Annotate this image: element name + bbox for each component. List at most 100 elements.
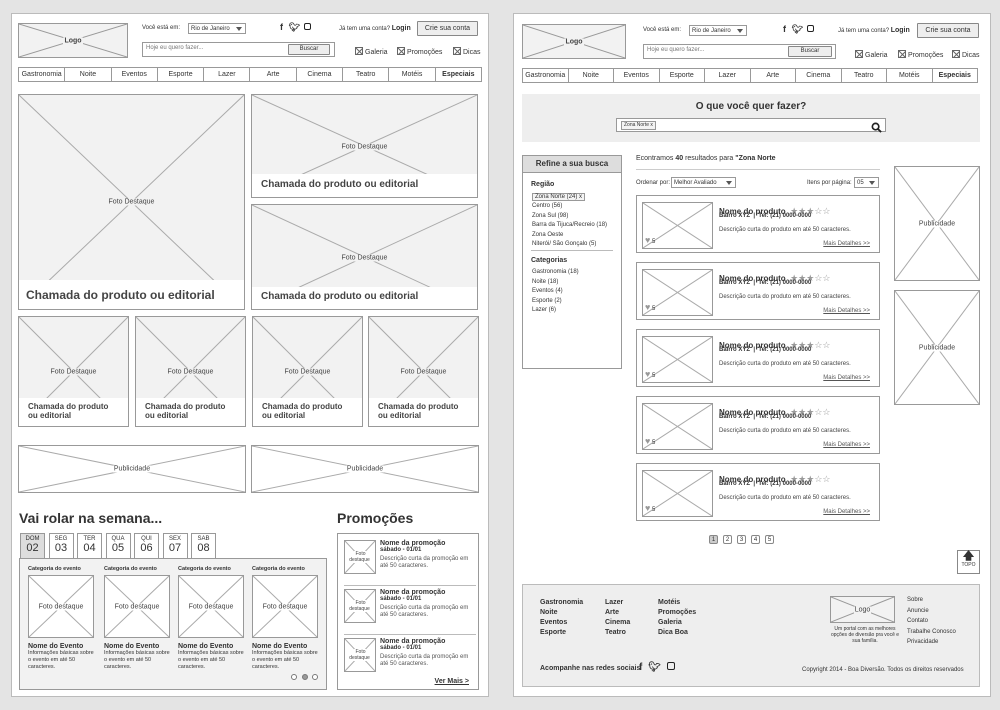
category-option[interactable]: Gastronomia (18)	[532, 268, 579, 278]
category-option[interactable]: Eventos (4)	[532, 287, 579, 297]
carousel-dot[interactable]	[301, 674, 308, 680]
region-option[interactable]: Zona Oeste	[532, 231, 607, 241]
nav-eventos[interactable]: Eventos	[614, 69, 660, 82]
day-tab-ter[interactable]: TER 04	[77, 533, 102, 559]
order-select[interactable]: Melhor Avaliado	[671, 177, 736, 188]
event-card[interactable]: Categoria do evento Foto destaque Nome d…	[104, 566, 170, 671]
region-option[interactable]: Zona Sul (98)	[532, 212, 607, 222]
event-card[interactable]: Categoria do evento Foto destaque Nome d…	[178, 566, 244, 671]
footer-link[interactable]: Motéis	[658, 598, 696, 608]
region-option[interactable]: Zona Norte (24) x	[532, 192, 607, 202]
nav-especiais[interactable]: Especiais	[436, 68, 481, 81]
instagram-icon[interactable]	[666, 662, 675, 670]
tag-remove-icon[interactable]: x	[579, 194, 582, 200]
feature-right-top[interactable]: Foto Destaque Chamada do produto ou edit…	[251, 94, 478, 198]
footer-info-link[interactable]: Trabalhe Conosco	[907, 627, 956, 638]
nav-gastronomia[interactable]: Gastronomia	[523, 69, 569, 82]
ver-mais-link[interactable]: Ver Mais >	[435, 678, 469, 685]
carousel-dot[interactable]	[291, 674, 298, 680]
event-card[interactable]: Categoria do evento Foto destaque Nome d…	[28, 566, 94, 671]
nav-esporte[interactable]: Esporte	[158, 68, 205, 81]
more-details-link[interactable]: Mais Detalhes >>	[823, 241, 870, 247]
feature-right-bottom[interactable]: Foto Destaque Chamada do produto ou edit…	[251, 204, 478, 310]
footer-info-link[interactable]: Privacidade	[907, 637, 956, 648]
ad-banner-left[interactable]: Publicidade	[18, 445, 246, 493]
nav-especiais[interactable]: Especiais	[933, 69, 978, 82]
footer-link[interactable]: Lazer	[605, 598, 630, 608]
page-link[interactable]: 5	[765, 535, 774, 544]
instagram-icon[interactable]	[807, 25, 815, 32]
facebook-icon[interactable]: f	[280, 22, 283, 32]
twitter-icon[interactable]: 🐦︎	[289, 22, 300, 32]
day-tab-sex[interactable]: SEX 07	[162, 533, 188, 559]
footer-info-link[interactable]: Anuncie	[907, 606, 956, 617]
twitter-icon[interactable]: 🐦︎	[792, 24, 803, 34]
footer-link[interactable]: Esporte	[540, 628, 583, 638]
login-link[interactable]: Login	[891, 27, 910, 34]
hero-feature[interactable]: Foto Destaque Chamada do produto ou edit…	[18, 94, 245, 310]
nav-moteis[interactable]: Motéis	[887, 69, 933, 82]
header-link-galeria[interactable]: Galeria	[855, 50, 888, 59]
instagram-icon[interactable]	[304, 23, 312, 30]
header-link-dicas[interactable]: Dicas	[952, 50, 980, 59]
result-item[interactable]: ♥ 5 Nome do produto ★★★☆☆ Bairro XYZ | T…	[636, 195, 880, 253]
heart-icon[interactable]: ♥	[645, 436, 650, 446]
nav-eventos[interactable]: Eventos	[112, 68, 158, 81]
feature-card[interactable]: Foto Destaque Chamada do produto ou edit…	[18, 316, 129, 427]
event-card[interactable]: Categoria do evento Foto destaque Nome d…	[252, 566, 318, 671]
feature-card[interactable]: Foto Destaque Chamada do produto ou edit…	[252, 316, 363, 427]
day-tab-sab[interactable]: SAB 08	[191, 533, 216, 559]
heart-icon[interactable]: ♥	[645, 302, 650, 312]
more-details-link[interactable]: Mais Detalhes >>	[823, 442, 870, 448]
signup-button[interactable]: Crie sua conta	[417, 21, 478, 36]
footer-link[interactable]: Promoções	[658, 608, 696, 618]
result-item[interactable]: ♥ 5 Nome do produto ★★★☆☆ Bairro XYZ | T…	[636, 329, 880, 387]
footer-link[interactable]: Noite	[540, 608, 583, 618]
heart-icon[interactable]: ♥	[645, 503, 650, 513]
tag-remove-icon[interactable]: x	[650, 122, 653, 128]
footer-link[interactable]: Eventos	[540, 618, 583, 628]
nav-arte[interactable]: Arte	[751, 69, 796, 82]
page-link[interactable]: 1	[709, 535, 718, 544]
region-option[interactable]: Centro (56)	[532, 202, 607, 212]
ad-sidebar-bottom[interactable]: Publicidade	[894, 290, 980, 405]
page-link[interactable]: 4	[751, 535, 760, 544]
search-tags-input[interactable]: Zona Norte x	[616, 118, 886, 133]
logo[interactable]: Logo	[18, 23, 128, 58]
footer-link[interactable]: Arte	[605, 608, 630, 618]
header-link-dicas[interactable]: Dicas	[453, 47, 481, 56]
more-details-link[interactable]: Mais Detalhes >>	[823, 509, 870, 515]
feature-card[interactable]: Foto Destaque Chamada do produto ou edit…	[135, 316, 246, 427]
nav-teatro[interactable]: Teatro	[343, 68, 390, 81]
nav-lazer[interactable]: Lazer	[705, 69, 751, 82]
footer-link[interactable]: Cinema	[605, 618, 630, 628]
carousel-dot[interactable]	[312, 674, 318, 680]
category-option[interactable]: Esporte (2)	[532, 297, 579, 307]
result-item[interactable]: ♥ 5 Nome do produto ★★★☆☆ Bairro XYZ | T…	[636, 262, 880, 320]
location-select[interactable]: Rio de Janeiro	[188, 23, 246, 34]
facebook-icon[interactable]: f	[639, 662, 642, 673]
ad-sidebar-top[interactable]: Publicidade	[894, 166, 980, 281]
nav-gastronomia[interactable]: Gastronomia	[19, 68, 66, 81]
heart-icon[interactable]: ♥	[645, 369, 650, 379]
day-tab-qui[interactable]: QUI 06	[134, 533, 159, 559]
region-option[interactable]: Niterói/ São Gonçalo (5)	[532, 240, 607, 250]
nav-moteis[interactable]: Motéis	[389, 68, 436, 81]
promo-item[interactable]: Foto destaque Nome da promoção sábado - …	[344, 540, 476, 586]
nav-arte[interactable]: Arte	[250, 68, 297, 81]
twitter-icon[interactable]: 🐦︎	[648, 662, 661, 673]
result-item[interactable]: ♥ 5 Nome do produto ★★★☆☆ Bairro XYZ | T…	[636, 396, 880, 454]
search-button[interactable]: Buscar	[788, 46, 832, 57]
nav-lazer[interactable]: Lazer	[204, 68, 251, 81]
back-to-top-button[interactable]: 🡅 TOPO	[957, 550, 980, 574]
footer-info-link[interactable]: Contato	[907, 616, 956, 627]
per-page-select[interactable]: 05	[854, 177, 879, 188]
search-button[interactable]: Buscar	[288, 44, 330, 55]
page-link[interactable]: 3	[737, 535, 746, 544]
nav-noite[interactable]: Noite	[65, 68, 112, 81]
facebook-icon[interactable]: f	[783, 24, 786, 34]
promo-item[interactable]: Foto destaque Nome da promoção sábado - …	[344, 589, 476, 635]
login-link[interactable]: Login	[392, 25, 411, 32]
header-link-promocoes[interactable]: Promoções	[397, 47, 442, 56]
heart-icon[interactable]: ♥	[645, 235, 650, 245]
